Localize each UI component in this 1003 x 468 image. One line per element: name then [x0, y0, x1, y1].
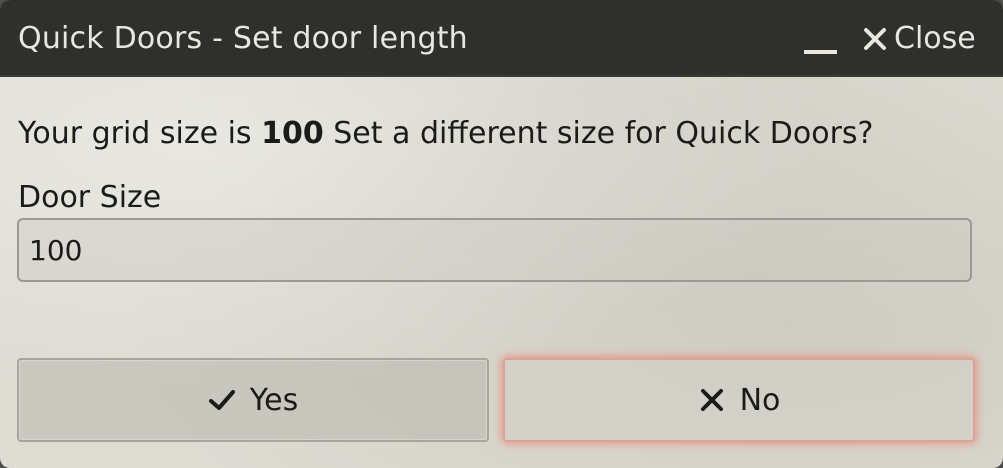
dialog-title: Quick Doors - Set door length	[18, 21, 468, 56]
minimize-button[interactable]	[800, 0, 842, 77]
message-prefix: Your grid size is	[18, 116, 262, 151]
x-icon	[700, 389, 723, 411]
yes-label: Yes	[249, 382, 299, 418]
dialog-titlebar[interactable]: Quick Doors - Set door length Close	[0, 0, 1003, 77]
no-button[interactable]: No	[503, 358, 975, 442]
minimize-icon	[804, 50, 837, 54]
close-label: Close	[894, 21, 976, 56]
grid-size-value: 100	[261, 116, 324, 151]
quick-doors-dialog: Quick Doors - Set door length Close Your…	[0, 0, 1003, 468]
close-icon	[864, 27, 886, 50]
dialog-content: Your grid size is 100 Set a different si…	[18, 110, 973, 158]
dialog-message: Your grid size is 100 Set a different si…	[18, 110, 973, 158]
door-size-input[interactable]	[17, 218, 972, 282]
door-size-label: Door Size	[18, 180, 162, 215]
yes-button[interactable]: Yes	[17, 358, 489, 442]
no-label: No	[739, 382, 781, 418]
message-suffix: Set a different size for Quick Doors?	[323, 116, 874, 151]
close-button[interactable]: Close	[862, 0, 976, 77]
check-icon	[208, 390, 235, 410]
